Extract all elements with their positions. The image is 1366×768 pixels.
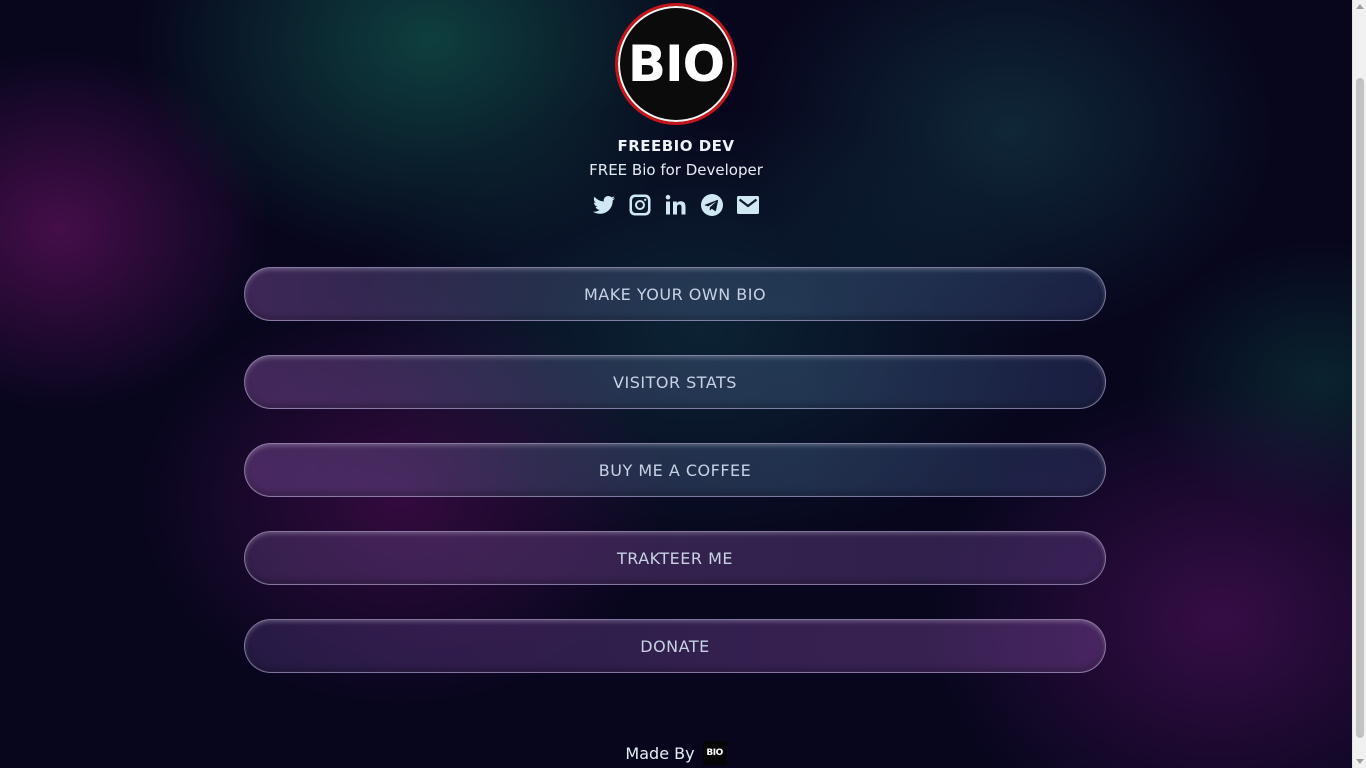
linkedin-icon[interactable] (664, 193, 688, 217)
twitter-icon[interactable] (592, 193, 616, 217)
scroll-up-arrow-icon[interactable] (1356, 4, 1364, 9)
buy-me-a-coffee-button[interactable]: BUY ME A COFFEE (244, 443, 1106, 497)
telegram-icon[interactable] (700, 193, 724, 217)
footer-logo-text: BIO (706, 748, 723, 758)
made-by-label: Made By (625, 743, 695, 763)
footer: Made By BIO (0, 740, 1352, 766)
email-icon[interactable] (736, 193, 760, 217)
bio-logo-link[interactable]: BIO (702, 741, 727, 765)
profile-tagline: FREE Bio for Developer (589, 161, 763, 179)
donate-button[interactable]: DONATE (244, 619, 1106, 673)
bio-page: BIO FREEBIO DEV FREE Bio for Developer M… (0, 0, 1352, 768)
social-icons (590, 192, 762, 218)
trakteer-me-button[interactable]: TRAKTEER ME (244, 531, 1106, 585)
visitor-stats-button[interactable]: VISITOR STATS (244, 355, 1106, 409)
profile-avatar: BIO (615, 3, 737, 125)
scroll-down-arrow-icon[interactable] (1356, 759, 1364, 764)
make-your-own-bio-button[interactable]: MAKE YOUR OWN BIO (244, 267, 1106, 321)
instagram-icon[interactable] (628, 193, 652, 217)
scrollbar-thumb[interactable] (1356, 78, 1364, 738)
profile-name: FREEBIO DEV (617, 137, 735, 155)
avatar-logo-text: BIO (627, 35, 725, 93)
vertical-scrollbar[interactable] (1352, 0, 1366, 768)
